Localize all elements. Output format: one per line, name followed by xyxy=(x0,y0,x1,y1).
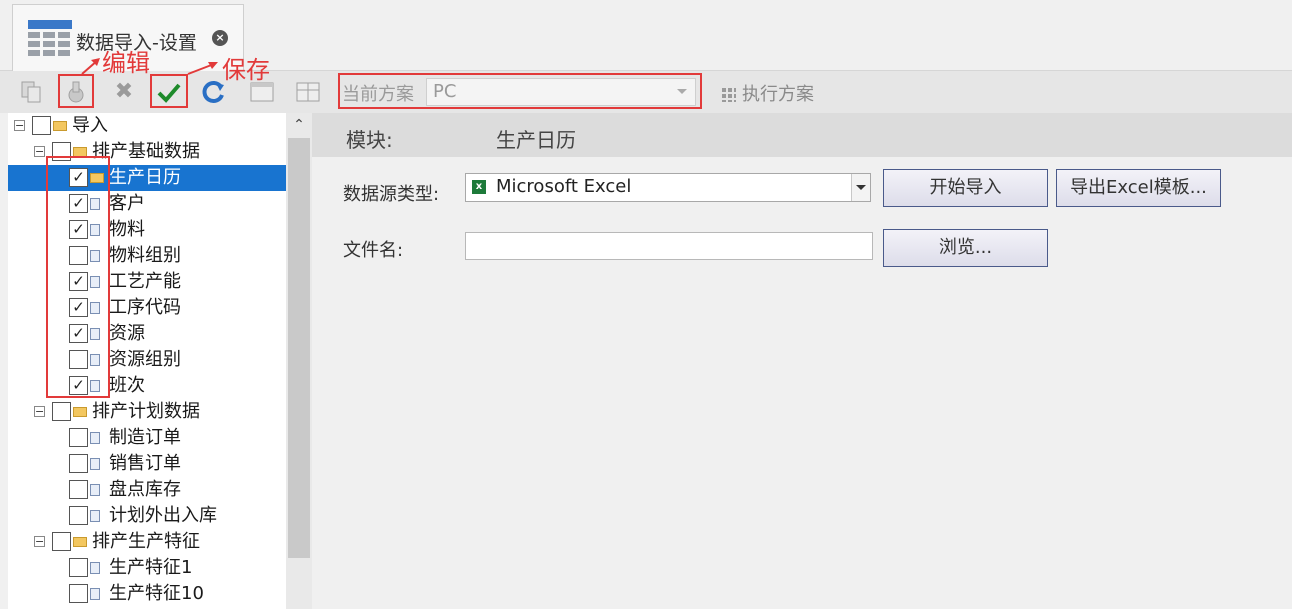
tree-node-label: 物料组别 xyxy=(109,245,181,266)
save-check-icon xyxy=(157,83,181,103)
tree-folder-node[interactable]: − 导入 xyxy=(8,113,286,139)
import-item-icon xyxy=(90,510,100,522)
module-header xyxy=(312,113,1292,157)
filename-label: 文件名: xyxy=(343,240,404,261)
tree-leaf-node[interactable]: 生产特征10 xyxy=(8,581,286,607)
tree-node-label: 制造订单 xyxy=(109,427,181,448)
tree-leaf-node[interactable]: 销售订单 xyxy=(8,451,286,477)
tree-node-label: 生产日历 xyxy=(109,167,181,188)
tree-node-label: 生产特征10 xyxy=(109,583,204,604)
folder-icon xyxy=(73,407,87,417)
save-button[interactable] xyxy=(150,74,188,108)
copy-icon[interactable] xyxy=(16,77,48,107)
grid-icon[interactable] xyxy=(292,77,324,107)
tree-leaf-node[interactable]: 生产特征1 xyxy=(8,555,286,581)
collapse-icon[interactable]: − xyxy=(34,406,45,417)
tree-checkbox[interactable] xyxy=(52,402,71,421)
checkbox-highlight xyxy=(46,156,110,398)
tab-close-icon[interactable]: × xyxy=(212,30,228,46)
chevron-down-icon xyxy=(856,185,866,190)
module-value: 生产日历 xyxy=(496,128,576,152)
save-annotation: 保存 xyxy=(222,56,270,84)
tree-node-label: 销售订单 xyxy=(109,453,181,474)
browse-button[interactable]: 浏览... xyxy=(883,229,1048,267)
tree-node-label: 排产生产特征 xyxy=(92,531,200,552)
tree-leaf-node[interactable]: 计划外出入库 xyxy=(8,503,286,529)
module-label: 模块: xyxy=(346,128,393,152)
import-item-icon xyxy=(90,432,100,444)
tree-scroll-thumb[interactable] xyxy=(288,138,310,558)
import-item-icon xyxy=(90,458,100,470)
tree-node-label: 班次 xyxy=(109,375,145,396)
tree-checkbox[interactable] xyxy=(52,532,71,551)
save-arrow-icon xyxy=(187,62,218,75)
chevron-down-icon xyxy=(677,89,687,94)
import-item-icon xyxy=(90,562,100,574)
tree-leaf-node[interactable]: 制造订单 xyxy=(8,425,286,451)
grid-execute-icon xyxy=(720,86,736,102)
folder-icon xyxy=(73,537,87,547)
tree-node-label: 排产计划数据 xyxy=(92,401,200,422)
current-scheme-label: 当前方案 xyxy=(342,84,414,105)
collapse-icon[interactable]: − xyxy=(34,146,45,157)
excel-icon: x xyxy=(472,180,486,194)
datasource-type-select[interactable]: x Microsoft Excel xyxy=(465,173,871,202)
tree-node-label: 资源组别 xyxy=(109,349,181,370)
tree-node-label: 计划外出入库 xyxy=(109,505,217,526)
edit-arrow-icon xyxy=(81,58,100,75)
filename-input[interactable] xyxy=(465,232,873,260)
tree-checkbox[interactable] xyxy=(69,506,88,525)
tree-node-label: 工艺产能 xyxy=(109,271,181,292)
tree-node-label: 导入 xyxy=(72,115,108,136)
edit-button[interactable] xyxy=(58,74,94,108)
edit-annotation: 编辑 xyxy=(102,49,150,77)
collapse-icon[interactable]: − xyxy=(34,536,45,547)
table-icon xyxy=(28,20,72,56)
tree-node-label: 物料 xyxy=(109,219,145,240)
tree-folder-node[interactable]: − 排产生产特征 xyxy=(8,529,286,555)
tree-node-label: 资源 xyxy=(109,323,145,344)
folder-icon xyxy=(53,121,67,131)
import-item-icon xyxy=(90,588,100,600)
tree-node-label: 生产特征1 xyxy=(109,557,193,578)
scroll-up-icon[interactable]: ⌃ xyxy=(292,118,306,132)
scheme-value: PC xyxy=(433,81,457,102)
delete-icon[interactable]: ✖ xyxy=(108,77,140,107)
execute-scheme-label: 执行方案 xyxy=(742,84,814,105)
tree-node-label: 工序代码 xyxy=(109,297,181,318)
import-item-icon xyxy=(90,484,100,496)
tree-checkbox[interactable] xyxy=(32,116,51,135)
tree-node-label: 客户 xyxy=(109,193,145,214)
datasource-type-label: 数据源类型: xyxy=(343,184,440,205)
tree-checkbox[interactable] xyxy=(69,480,88,499)
execute-scheme-button[interactable]: 执行方案 xyxy=(720,80,814,106)
tree-checkbox[interactable] xyxy=(69,428,88,447)
tree-checkbox[interactable] xyxy=(69,558,88,577)
tree-checkbox[interactable] xyxy=(69,454,88,473)
export-excel-template-button[interactable]: 导出Excel模板... xyxy=(1056,169,1221,207)
tree-leaf-node[interactable]: 盘点库存 xyxy=(8,477,286,503)
dropdown-button[interactable] xyxy=(851,174,870,201)
scheme-dropdown[interactable]: PC xyxy=(426,78,696,106)
tree-node-label: 盘点库存 xyxy=(109,479,181,500)
start-import-button[interactable]: 开始导入 xyxy=(883,169,1048,207)
edit-icon xyxy=(68,81,84,103)
collapse-icon[interactable]: − xyxy=(14,120,25,131)
tree-checkbox[interactable] xyxy=(69,584,88,603)
tree-folder-node[interactable]: − 排产计划数据 xyxy=(8,399,286,425)
datasource-type-value: Microsoft Excel xyxy=(496,176,632,197)
